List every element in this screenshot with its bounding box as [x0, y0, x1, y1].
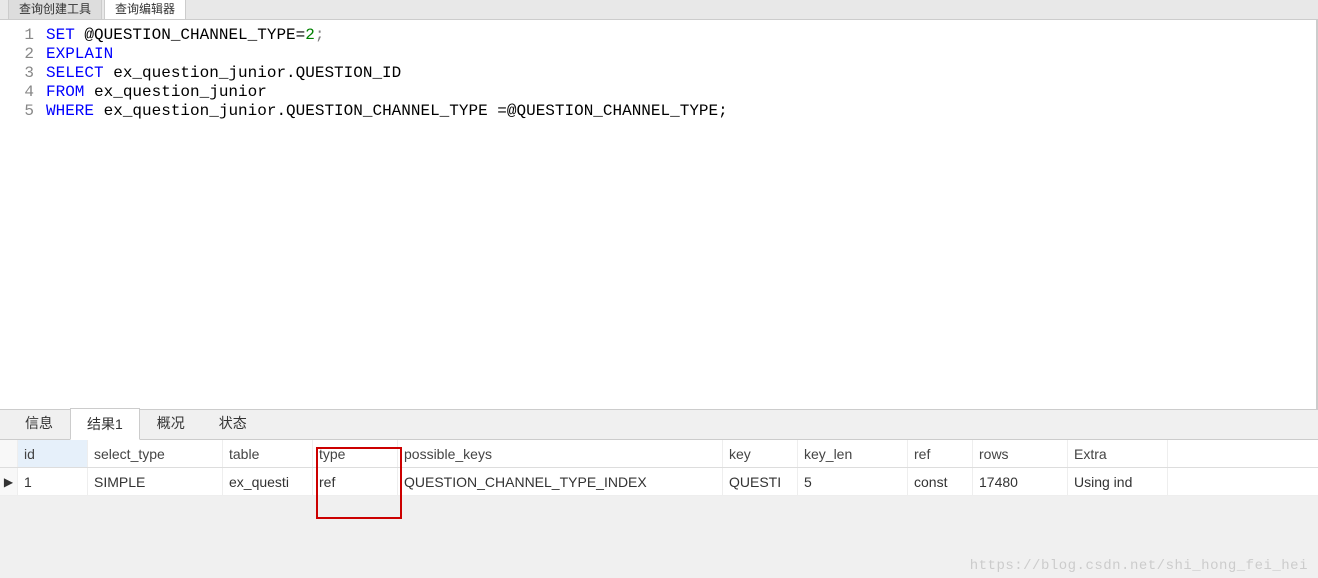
cell-type[interactable]: ref	[313, 468, 398, 495]
cell-key[interactable]: QUESTI	[723, 468, 798, 495]
col-header-type[interactable]: type	[313, 440, 398, 467]
col-header-ref[interactable]: ref	[908, 440, 973, 467]
col-header-extra[interactable]: Extra	[1068, 440, 1168, 467]
line-number: 5	[0, 102, 46, 121]
row-indicator-header	[0, 440, 18, 467]
cell-possible-keys[interactable]: QUESTION_CHANNEL_TYPE_INDEX	[398, 468, 723, 495]
line-number: 2	[0, 45, 46, 64]
tab-status[interactable]: 状态	[202, 407, 264, 439]
result-tabs: 信息 结果1 概况 状态	[0, 410, 1318, 440]
code-content[interactable]: WHERE ex_question_junior.QUESTION_CHANNE…	[46, 102, 728, 121]
col-header-key-len[interactable]: key_len	[798, 440, 908, 467]
cell-key-len[interactable]: 5	[798, 468, 908, 495]
tab-query-editor[interactable]: 查询编辑器	[104, 0, 186, 19]
cell-select-type[interactable]: SIMPLE	[88, 468, 223, 495]
cell-ref[interactable]: const	[908, 468, 973, 495]
line-number: 3	[0, 64, 46, 83]
line-number: 4	[0, 83, 46, 102]
col-header-key[interactable]: key	[723, 440, 798, 467]
code-line[interactable]: 3SELECT ex_question_junior.QUESTION_ID	[0, 64, 1316, 83]
tab-profile[interactable]: 概况	[140, 407, 202, 439]
cell-rows[interactable]: 17480	[973, 468, 1068, 495]
col-header-rows[interactable]: rows	[973, 440, 1068, 467]
code-line[interactable]: 5WHERE ex_question_junior.QUESTION_CHANN…	[0, 102, 1316, 121]
result-grid: id select_type table type possible_keys …	[0, 440, 1318, 496]
sql-editor[interactable]: 1SET @QUESTION_CHANNEL_TYPE=2;2EXPLAIN3S…	[0, 20, 1318, 410]
code-content[interactable]: FROM ex_question_junior	[46, 83, 267, 102]
cell-id[interactable]: 1	[18, 468, 88, 495]
table-row[interactable]: ▶ 1 SIMPLE ex_questi ref QUESTION_CHANNE…	[0, 468, 1318, 496]
cell-extra[interactable]: Using ind	[1068, 468, 1168, 495]
code-content[interactable]: SET @QUESTION_CHANNEL_TYPE=2;	[46, 26, 324, 45]
tab-info[interactable]: 信息	[8, 407, 70, 439]
col-header-table[interactable]: table	[223, 440, 313, 467]
code-line[interactable]: 2EXPLAIN	[0, 45, 1316, 64]
tab-query-builder[interactable]: 查询创建工具	[8, 0, 102, 19]
cell-table[interactable]: ex_questi	[223, 468, 313, 495]
col-header-possible-keys[interactable]: possible_keys	[398, 440, 723, 467]
watermark-text: https://blog.csdn.net/shi_hong_fei_hei	[970, 558, 1308, 574]
code-line[interactable]: 1SET @QUESTION_CHANNEL_TYPE=2;	[0, 26, 1316, 45]
grid-header-row: id select_type table type possible_keys …	[0, 440, 1318, 468]
tab-result1[interactable]: 结果1	[70, 408, 140, 440]
current-row-indicator-icon: ▶	[0, 468, 18, 495]
col-header-id[interactable]: id	[18, 440, 88, 467]
top-tabs: 查询创建工具 查询编辑器	[0, 0, 1318, 20]
col-header-select-type[interactable]: select_type	[88, 440, 223, 467]
code-line[interactable]: 4FROM ex_question_junior	[0, 83, 1316, 102]
code-content[interactable]: EXPLAIN	[46, 45, 113, 64]
code-content[interactable]: SELECT ex_question_junior.QUESTION_ID	[46, 64, 401, 83]
line-number: 1	[0, 26, 46, 45]
